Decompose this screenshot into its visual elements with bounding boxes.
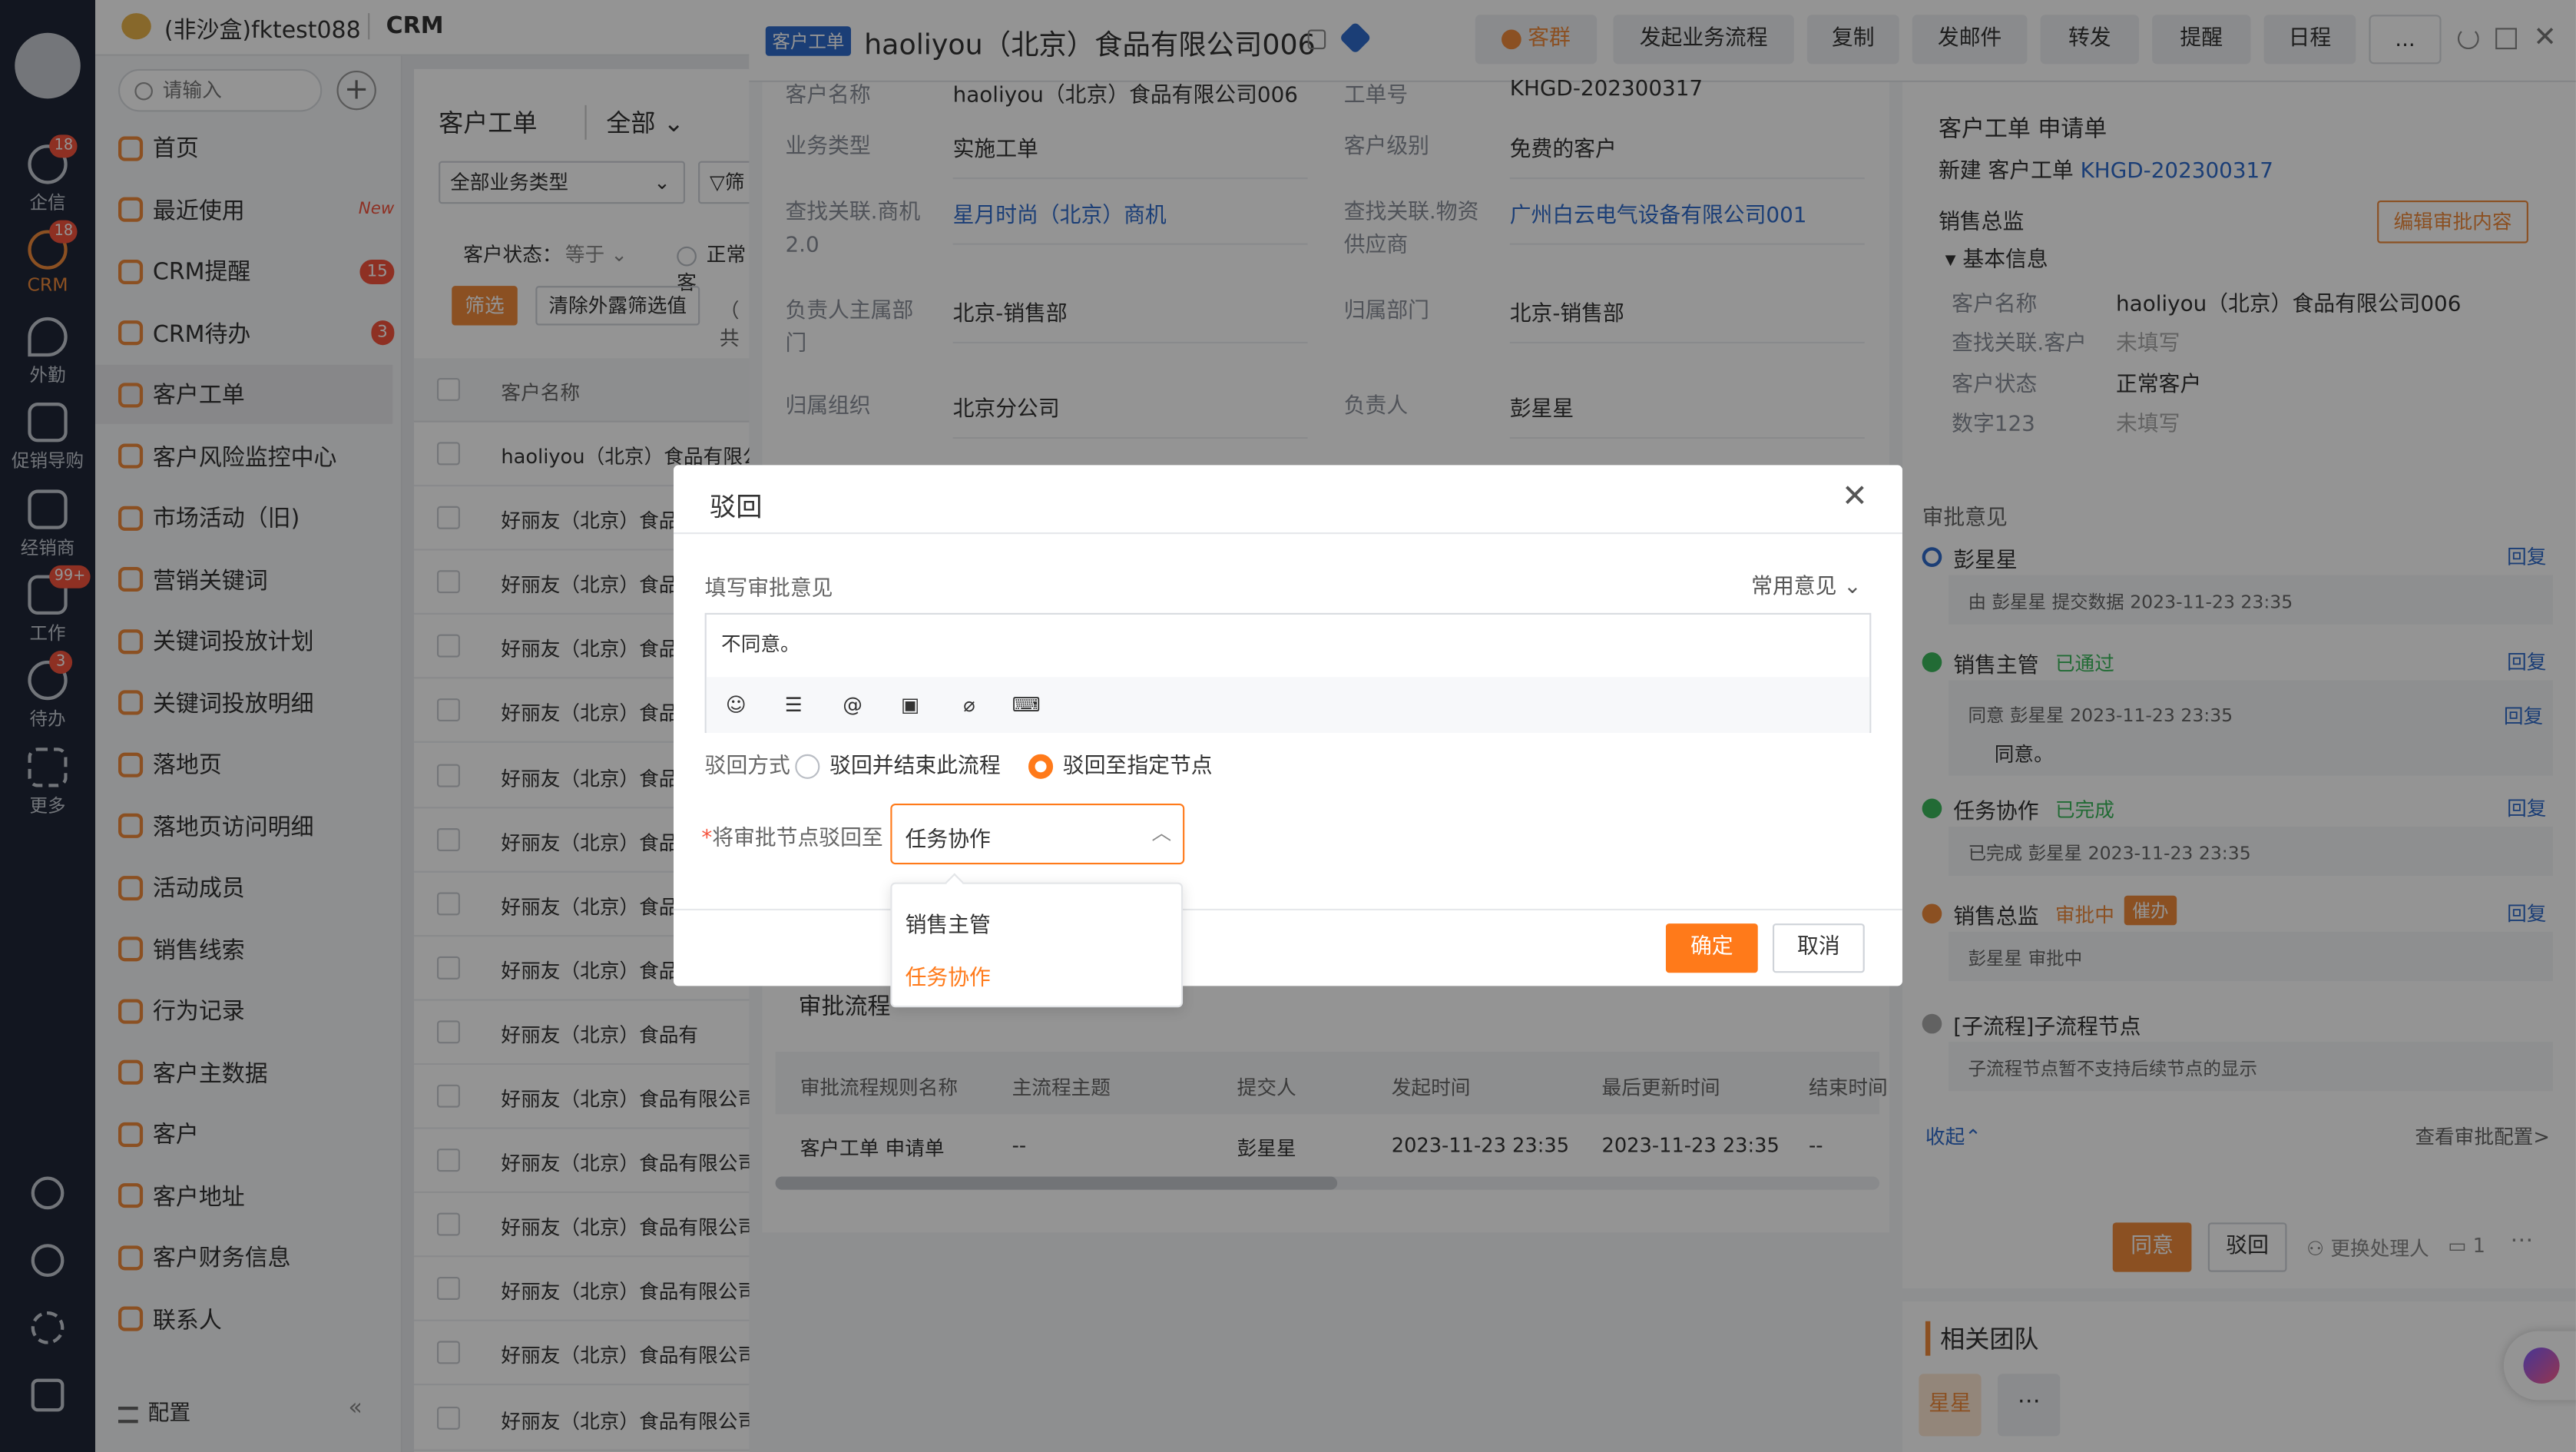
cancel-button[interactable]: 取消: [1772, 923, 1865, 973]
confirm-button[interactable]: 确定: [1665, 923, 1758, 973]
common-opinion-label: 常用意见: [1751, 575, 1837, 600]
dialog-footer-divider: [673, 908, 1902, 911]
dialog-divider: [673, 532, 1902, 535]
dialog-title: 驳回: [710, 491, 763, 523]
opinion-editor[interactable]: 不同意。 ☺ ☰ @ ▣ ⌀ ⌨: [704, 612, 1872, 733]
reject-end-radio[interactable]: 驳回并结束此流程: [795, 748, 1001, 779]
radio-circle: [795, 754, 820, 779]
common-opinion-select[interactable]: 常用意见 ⌄: [1751, 569, 1861, 600]
radio-label: 驳回并结束此流程: [829, 754, 1001, 779]
list-icon[interactable]: ☰: [780, 694, 806, 717]
node-label-text: 将审批节点驳回至: [712, 826, 883, 852]
reject-dialog: 驳回 ✕ 填写审批意见 常用意见 ⌄ 不同意。 ☺ ☰ @ ▣ ⌀ ⌨ 驳回方式…: [673, 465, 1902, 986]
editor-toolbar: [706, 677, 1870, 733]
emoji-icon[interactable]: ☺: [723, 694, 749, 717]
chevron-up-icon: ︿: [1151, 821, 1172, 845]
reject-to-node-radio[interactable]: 驳回至指定节点: [1028, 748, 1213, 779]
mention-icon[interactable]: @: [839, 694, 866, 717]
reject-method-label: 驳回方式: [704, 754, 790, 779]
node-select-value: 任务协作: [905, 828, 991, 854]
opinion-text[interactable]: 不同意。: [721, 629, 800, 657]
image-icon[interactable]: ▣: [897, 694, 923, 717]
node-select[interactable]: 任务协作 ︿: [890, 803, 1185, 865]
radio-label: 驳回至指定节点: [1062, 754, 1213, 779]
keyboard-icon[interactable]: ⌨: [1012, 694, 1041, 717]
dropdown-option[interactable]: 销售主管: [906, 907, 991, 938]
node-dropdown: 销售主管 任务协作: [890, 873, 1184, 1008]
dropdown-option-selected[interactable]: 任务协作: [906, 960, 991, 991]
opinion-label: 填写审批意见: [704, 576, 833, 602]
radio-circle-selected: [1028, 754, 1054, 779]
node-label: *将审批节点驳回至: [701, 826, 883, 852]
attachment-icon[interactable]: ⌀: [956, 694, 982, 717]
close-icon[interactable]: ✕: [1842, 478, 1868, 514]
